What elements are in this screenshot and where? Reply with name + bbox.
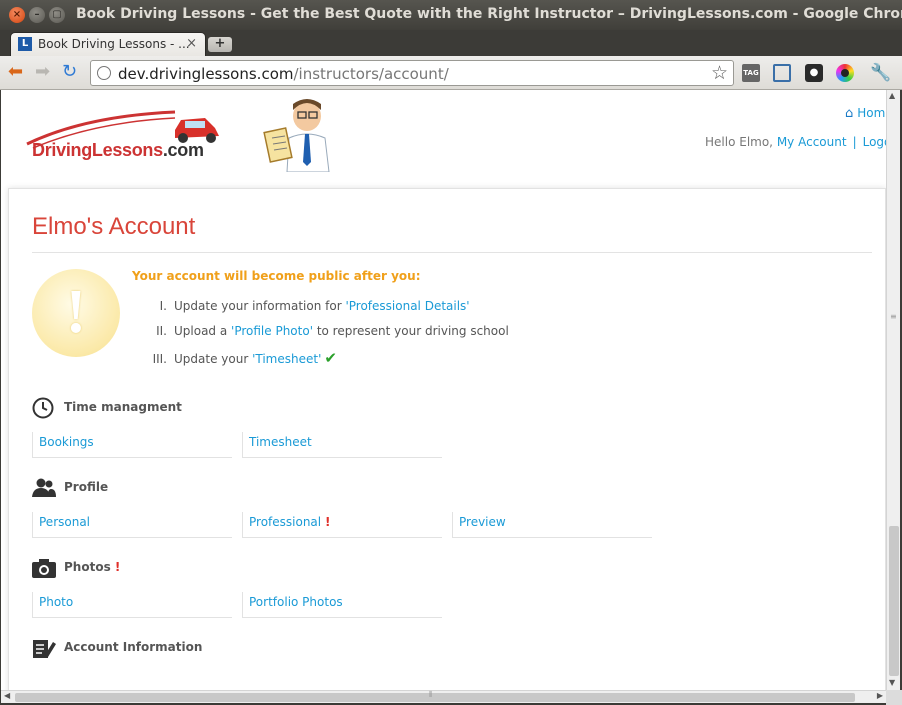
notice-step: I. Update your information for 'Professio… bbox=[139, 299, 509, 324]
tag-extension-icon[interactable]: TAG bbox=[742, 64, 760, 82]
new-tab-button[interactable]: + bbox=[208, 37, 232, 52]
notice-steps: I. Update your information for 'Professio… bbox=[139, 299, 509, 374]
horizontal-scrollbar[interactable]: ◀ ⦀ ▶ bbox=[1, 690, 886, 703]
window-close-button[interactable]: × bbox=[9, 7, 25, 23]
clock-icon bbox=[32, 397, 54, 419]
address-bar[interactable]: dev.drivinglessons.com/instructors/accou… bbox=[90, 60, 734, 86]
logo-wordmark[interactable]: DrivingLessons.com bbox=[32, 140, 204, 161]
scroll-right-icon[interactable]: ▶ bbox=[877, 691, 883, 700]
home-link[interactable]: ⌂ Hom bbox=[845, 106, 885, 121]
step-text: Update your information for bbox=[174, 299, 346, 313]
step-text: Update your bbox=[174, 352, 253, 366]
color-picker-extension-icon[interactable] bbox=[836, 64, 854, 82]
browser-tab[interactable]: L Book Driving Lessons - ... × bbox=[10, 32, 206, 56]
section-title: Account Information bbox=[64, 640, 203, 654]
step-number: I. bbox=[159, 299, 167, 313]
home-icon: ⌂ bbox=[845, 106, 854, 121]
timesheet-link[interactable]: Timesheet bbox=[242, 432, 442, 458]
personal-link[interactable]: Personal bbox=[32, 512, 232, 538]
home-label: Hom bbox=[857, 106, 886, 120]
page-viewport: DrivingLessons.com ⌂ Hom Hello Elmo, My A… bbox=[1, 90, 886, 690]
my-account-link[interactable]: My Account bbox=[777, 135, 847, 149]
forward-arrow-icon[interactable]: ➡ bbox=[35, 62, 50, 82]
logo-suffix: .com bbox=[162, 140, 204, 160]
portfolio-photos-link[interactable]: Portfolio Photos bbox=[242, 592, 442, 618]
window-titlebar: × – ▢ Book Driving Lessons - Get the Bes… bbox=[0, 0, 902, 30]
camera-icon bbox=[32, 559, 56, 578]
professional-alert: ! bbox=[324, 515, 331, 529]
bookings-link[interactable]: Bookings bbox=[32, 432, 232, 458]
section-time-management: Time managment Bookings Timesheet bbox=[32, 397, 872, 458]
window-maximize-button[interactable]: ▢ bbox=[49, 7, 65, 23]
scroll-grip: ⦀ bbox=[429, 690, 433, 699]
url-host: dev.drivinglessons.com bbox=[118, 65, 294, 83]
url-path: /instructors/account/ bbox=[293, 65, 449, 83]
window-title: Book Driving Lessons - Get the Best Quot… bbox=[76, 6, 902, 22]
favicon-icon: L bbox=[18, 37, 32, 51]
separator: | bbox=[852, 135, 857, 149]
notice-step: III. Update your 'Timesheet' ✔ bbox=[139, 349, 509, 374]
site-header: DrivingLessons.com ⌂ Hom Hello Elmo, My A… bbox=[1, 90, 886, 180]
edit-notepad-icon bbox=[33, 640, 56, 658]
tab-label: Book Driving Lessons - ... bbox=[38, 37, 190, 51]
notice-step: II. Upload a 'Profile Photo' to represent… bbox=[139, 324, 509, 349]
page-title: Elmo's Account bbox=[32, 213, 196, 240]
section-account-information: Account Information bbox=[32, 637, 872, 661]
professional-link[interactable]: Professional ! bbox=[242, 512, 442, 538]
screen-capture-extension-icon[interactable] bbox=[773, 64, 791, 82]
profile-photo-link[interactable]: 'Profile Photo' bbox=[231, 324, 313, 338]
checkmark-icon: ✔ bbox=[324, 349, 337, 367]
section-title: Time managment bbox=[64, 400, 182, 414]
tab-strip: L Book Driving Lessons - ... × + bbox=[0, 30, 902, 56]
horizontal-scroll-thumb[interactable] bbox=[15, 693, 855, 702]
scroll-up-icon[interactable]: ▲ bbox=[889, 91, 895, 100]
instructor-mascot-icon bbox=[263, 98, 335, 173]
logout-link[interactable]: Logo bbox=[863, 135, 886, 149]
user-bar: Hello Elmo, My Account | Logo bbox=[705, 135, 886, 149]
step-number: II. bbox=[156, 324, 167, 338]
section-title: Profile bbox=[64, 480, 109, 494]
title-divider bbox=[32, 252, 872, 253]
step-text: Upload a bbox=[174, 324, 232, 338]
tab-close-icon[interactable]: × bbox=[186, 36, 197, 51]
scroll-grip: ≡ bbox=[890, 312, 897, 321]
vertical-scrollbar[interactable]: ▲ ≡ ▼ bbox=[886, 90, 900, 690]
section-title: Photos ! bbox=[64, 560, 120, 574]
browser-toolbar: ⬅ ➡ ↻ dev.drivinglessons.com/instructors… bbox=[0, 56, 902, 90]
warning-icon: ! bbox=[32, 269, 120, 357]
wrench-icon[interactable]: 🔧 bbox=[870, 64, 891, 82]
greeting-text: Hello Elmo, bbox=[705, 135, 773, 149]
globe-icon bbox=[97, 66, 111, 80]
url-text[interactable]: dev.drivinglessons.com/instructors/accou… bbox=[118, 65, 449, 83]
logo-main: DrivingLessons bbox=[32, 140, 163, 160]
photo-link[interactable]: Photo bbox=[32, 592, 232, 618]
timesheet-notice-link[interactable]: 'Timesheet' bbox=[252, 352, 321, 366]
window-minimize-button[interactable]: – bbox=[29, 7, 45, 23]
reload-icon[interactable]: ↻ bbox=[62, 62, 77, 82]
back-arrow-icon[interactable]: ⬅ bbox=[8, 62, 23, 82]
scroll-down-icon[interactable]: ▼ bbox=[889, 678, 895, 687]
account-card: Elmo's Account ! Your account will becom… bbox=[8, 188, 886, 690]
photos-alert: ! bbox=[114, 560, 121, 574]
bookmark-star-icon[interactable]: ☆ bbox=[711, 62, 728, 84]
step-number: III. bbox=[152, 352, 167, 366]
professional-details-link[interactable]: 'Professional Details' bbox=[345, 299, 469, 313]
photos-title: Photos bbox=[64, 560, 111, 574]
vertical-scroll-thumb[interactable] bbox=[889, 526, 899, 676]
scroll-left-icon[interactable]: ◀ bbox=[4, 691, 10, 700]
professional-label: Professional bbox=[249, 515, 322, 529]
section-profile: Profile Personal Professional ! Preview bbox=[32, 477, 872, 538]
preview-link[interactable]: Preview bbox=[452, 512, 652, 538]
scrollbar-corner bbox=[886, 690, 902, 705]
users-icon bbox=[32, 478, 56, 497]
section-photos: Photos ! Photo Portfolio Photos bbox=[32, 557, 872, 618]
notice-heading: Your account will become public after yo… bbox=[132, 269, 421, 283]
camera-extension-icon[interactable]: ● bbox=[805, 64, 823, 82]
step-text-after: to represent your driving school bbox=[313, 324, 509, 338]
